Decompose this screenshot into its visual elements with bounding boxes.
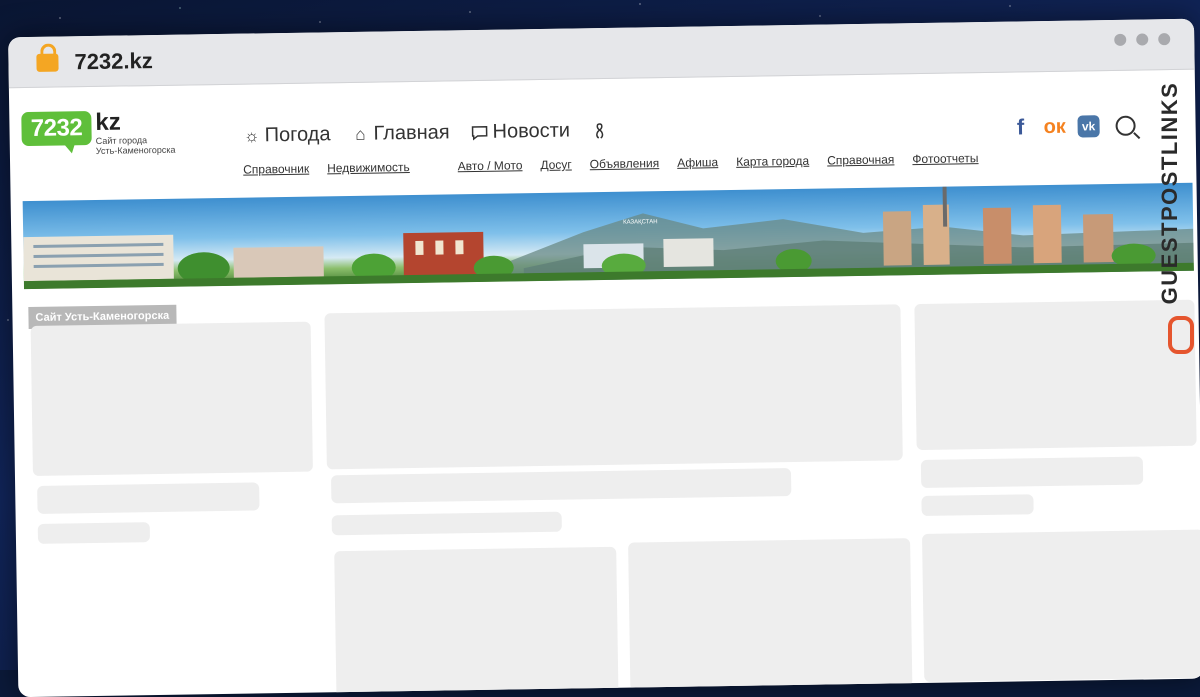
subnav-realty[interactable]: Недвижимость	[327, 160, 410, 175]
browser-window: 7232.kz 7232 kz Сайт города Усть-Каменог…	[8, 18, 1200, 697]
logo-subtitle: Сайт города Усть-Каменогорска	[96, 135, 176, 156]
nav-weather[interactable]: ☼ Погода	[241, 123, 331, 147]
ribbon-icon	[590, 120, 610, 140]
sub-nav: Справочник Недвижимость Авто / Мото Досу…	[243, 151, 979, 177]
subnav-city-map[interactable]: Карта города	[736, 154, 809, 169]
nav-weather-label: Погода	[264, 123, 331, 147]
skeleton-line	[37, 522, 151, 544]
subnav-classifieds[interactable]: Объявления	[590, 156, 660, 171]
banner-sign-text: КАЗАҚСТАН	[623, 219, 658, 226]
skeleton-card	[334, 546, 619, 697]
skeleton-line	[921, 494, 1034, 517]
skeleton-card	[324, 304, 903, 470]
chain-link-icon	[1168, 316, 1194, 354]
subnav-photo-reports[interactable]: Фотоотчеты	[912, 151, 978, 166]
lock-icon	[36, 53, 59, 72]
main-nav: ☼ Погода ⌂ Главная Новости	[241, 119, 610, 148]
logo-subtitle-line2: Усть-Каменогорска	[95, 144, 176, 156]
window-controls	[1114, 33, 1171, 46]
search-icon[interactable]	[1115, 115, 1136, 136]
page-content: 7232 kz Сайт города Усть-Каменогорска ☼ …	[9, 70, 1200, 697]
skeleton-card	[628, 538, 913, 691]
logo-bubble-tail	[61, 141, 76, 154]
watermark-text: GUESTPOSTLINKS	[1157, 81, 1182, 305]
nav-ribbon[interactable]	[590, 120, 610, 140]
skeleton-line	[331, 511, 562, 536]
city-panorama-banner: КАЗАҚСТАН	[22, 182, 1194, 290]
skeleton-card	[30, 321, 313, 476]
panorama-illustration: КАЗАҚСТАН	[23, 186, 1194, 290]
skeleton-card	[914, 299, 1197, 451]
nav-news-label: Новости	[492, 119, 571, 143]
subnav-spacer	[428, 160, 440, 174]
nav-home-label: Главная	[373, 121, 450, 145]
odnoklassniki-icon[interactable]: ок	[1043, 115, 1066, 138]
subnav-info[interactable]: Справочная	[827, 152, 894, 167]
skeleton-line	[920, 456, 1144, 489]
logo-domain[interactable]: kz	[95, 109, 121, 137]
skeleton-card	[921, 529, 1200, 683]
chat-icon	[469, 122, 489, 142]
home-icon: ⌂	[355, 124, 366, 144]
address-bar[interactable]: 7232.kz	[74, 48, 153, 75]
facebook-icon[interactable]: f	[1009, 114, 1031, 140]
vk-icon[interactable]: vk	[1077, 115, 1100, 138]
window-dot-icon[interactable]	[1158, 33, 1171, 46]
watermark: GUESTPOSTLINKS	[1157, 60, 1200, 360]
subnav-events[interactable]: Афиша	[677, 155, 718, 170]
social-links: f ок vk	[1009, 113, 1136, 141]
skeleton-line	[330, 468, 792, 504]
subnav-leisure[interactable]: Досуг	[540, 157, 572, 171]
nav-news[interactable]: Новости	[469, 120, 570, 145]
window-dot-icon[interactable]	[1136, 33, 1149, 46]
sun-icon: ☼	[243, 125, 260, 146]
logo-number[interactable]: 7232	[21, 111, 92, 147]
skeleton-line	[37, 482, 260, 514]
nav-home[interactable]: ⌂ Главная	[350, 121, 450, 146]
window-dot-icon[interactable]	[1114, 33, 1127, 46]
subnav-auto[interactable]: Авто / Мото	[458, 158, 523, 173]
subnav-directory[interactable]: Справочник	[243, 162, 309, 177]
